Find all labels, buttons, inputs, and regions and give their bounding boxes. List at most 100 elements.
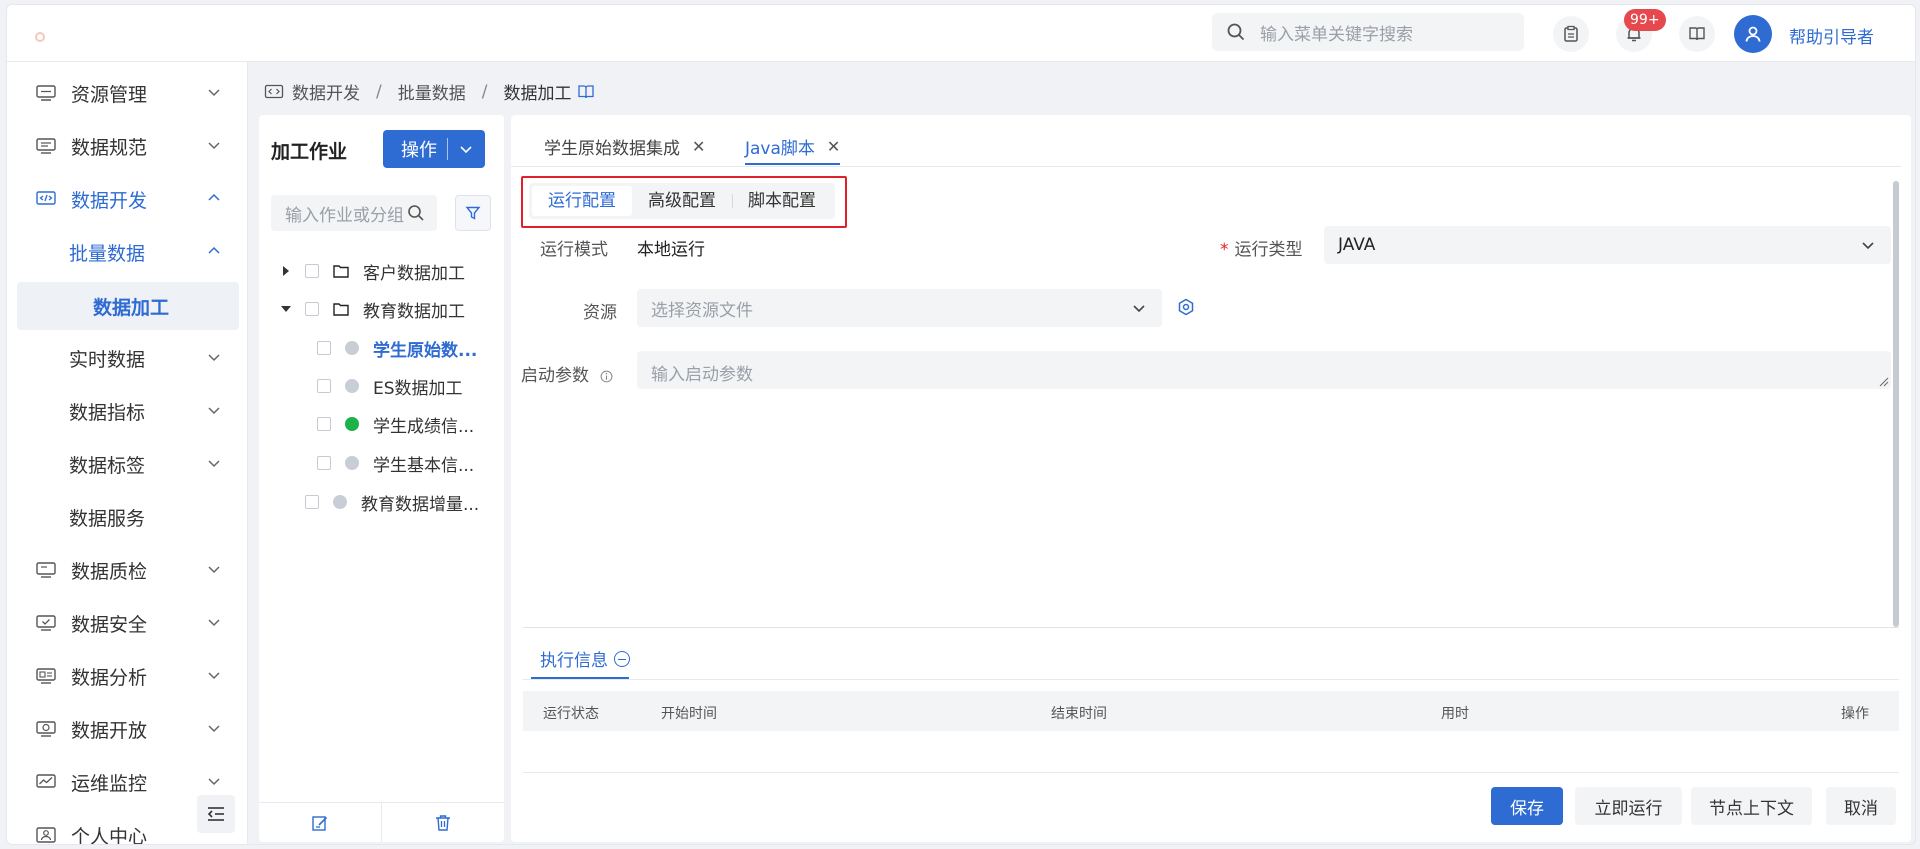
edit-icon [312, 815, 328, 831]
sidebar-item-quality[interactable]: 数据质检 [17, 548, 239, 592]
divider [523, 627, 1899, 628]
avatar[interactable] [1734, 15, 1772, 53]
tree-job-education-incremental[interactable]: 教育数据增量... [305, 487, 479, 517]
tree-checkbox[interactable] [317, 379, 331, 393]
sidebar-item-label: 实时数据 [69, 348, 146, 371]
tab-script-config[interactable]: 脚本配置 [732, 186, 832, 216]
sidebar-item-batch[interactable]: 批量数据 [17, 230, 239, 274]
run-type-label: * 运行类型 [1220, 235, 1303, 260]
resource-select[interactable]: 选择资源文件 [637, 289, 1162, 327]
close-icon[interactable]: ✕ [827, 137, 840, 156]
sidebar-collapse-button[interactable] [197, 795, 235, 833]
tree-checkbox[interactable] [305, 264, 319, 278]
tree-job-student-raw[interactable]: 学生原始数... [317, 333, 477, 363]
cancel-button[interactable]: 取消 [1826, 787, 1896, 825]
filter-button[interactable] [455, 195, 491, 231]
divider [523, 772, 1899, 773]
sidebar-item-label: 资源管理 [71, 83, 148, 106]
divider [523, 679, 1899, 680]
tree-checkbox[interactable] [317, 341, 331, 355]
caret-right-icon[interactable] [279, 264, 293, 278]
document-icon [36, 138, 56, 154]
chevron-down-icon [208, 725, 220, 733]
tree-node-label: 学生原始数... [373, 340, 478, 361]
sidebar-item-analysis[interactable]: 数据分析 [17, 654, 239, 698]
tab-student-raw[interactable]: 学生原始数据集成 ✕ [544, 134, 705, 159]
sidebar-item-security[interactable]: 数据安全 [17, 601, 239, 645]
search-placeholder: 输入菜单关键字搜索 [1260, 24, 1413, 45]
server-icon [36, 85, 56, 101]
sidebar-item-open[interactable]: 数据开放 [17, 707, 239, 751]
book-icon [1689, 27, 1705, 41]
tree-folder-education[interactable]: 教育数据加工 [279, 294, 465, 324]
exec-tab-label: 执行信息 [540, 651, 608, 671]
sidebar-item-resource[interactable]: 资源管理 [17, 71, 239, 115]
filter-icon [465, 206, 481, 220]
breadcrumb-item[interactable]: 批量数据 [398, 79, 466, 104]
chevron-down-icon [208, 142, 220, 150]
scrollbar[interactable] [1893, 181, 1899, 627]
tree-search-input[interactable]: 输入作业或分组 [271, 195, 437, 231]
menu-search-input[interactable]: 输入菜单关键字搜索 [1212, 13, 1524, 51]
breadcrumb: 数据开发 / 批量数据 / 数据加工 [264, 79, 595, 104]
params-textarea[interactable]: 输入启动参数 [637, 351, 1891, 389]
tree-checkbox[interactable] [305, 495, 319, 509]
sidebar-item-services[interactable]: 数据服务 [17, 495, 239, 539]
status-dot [345, 341, 359, 355]
main-panel: 学生原始数据集成 ✕ Java脚本 ✕ 运行配置 高级配置 脚本配置 运行模式 … [511, 115, 1911, 842]
breadcrumb-item[interactable]: 数据开发 [292, 79, 360, 104]
sidebar-item-label: 数据安全 [71, 613, 148, 636]
tree-checkbox[interactable] [317, 417, 331, 431]
status-dot [345, 456, 359, 470]
tab-label: Java脚本 [745, 139, 815, 159]
settings-icon[interactable] [1177, 298, 1195, 316]
tab-run-config[interactable]: 运行配置 [532, 186, 632, 216]
resource-placeholder: 选择资源文件 [651, 300, 753, 321]
tab-exec-info[interactable]: 执行信息 [540, 646, 630, 671]
sidebar-item-standards[interactable]: 数据规范 [17, 124, 239, 168]
run-now-button[interactable]: 立即运行 [1575, 787, 1682, 825]
close-icon[interactable]: ✕ [692, 137, 705, 156]
sidebar-item-processing[interactable]: 数据加工 [17, 282, 239, 330]
username[interactable]: 帮助引导者 [1789, 23, 1874, 48]
sidebar-item-tags[interactable]: 数据标签 [17, 442, 239, 486]
info-icon[interactable] [600, 370, 613, 383]
tree-checkbox[interactable] [317, 456, 331, 470]
tab-advanced-config[interactable]: 高级配置 [632, 186, 732, 216]
operation-dropdown-button[interactable]: 操作 [383, 130, 485, 168]
sidebar: 资源管理 数据规范 数据开发 批量数据 数据加工 实时数据 数据指标 数据标签 … [7, 62, 248, 844]
node-context-button[interactable]: 节点上下文 [1691, 787, 1812, 825]
tree-folder-customer[interactable]: 客户数据加工 [279, 256, 465, 286]
params-label: 启动参数 [521, 361, 613, 386]
code-icon [36, 191, 56, 205]
job-tree-panel: 加工作业 操作 输入作业或分组 客户数据加工 教育数据加工 学生原始数... E… [259, 115, 504, 842]
search-icon [408, 205, 424, 221]
tree-job-student-scores[interactable]: 学生成绩信... [317, 409, 474, 439]
sidebar-item-label: 数据开放 [71, 719, 148, 742]
config-segmented-control: 运行配置 高级配置 脚本配置 [529, 183, 835, 219]
clipboard-button[interactable] [1553, 16, 1589, 52]
breadcrumb-current: 数据加工 [503, 84, 572, 104]
sidebar-item-realtime[interactable]: 实时数据 [17, 336, 239, 380]
book-open-icon[interactable] [577, 84, 595, 100]
edit-button[interactable] [259, 803, 381, 842]
delete-button[interactable] [381, 803, 504, 842]
caret-down-icon[interactable] [279, 302, 293, 316]
docs-button[interactable] [1679, 16, 1715, 52]
sidebar-item-label: 数据加工 [93, 296, 170, 319]
run-type-select[interactable]: JAVA [1324, 226, 1891, 264]
tree-checkbox[interactable] [305, 302, 319, 316]
tree-job-es[interactable]: ES数据加工 [317, 371, 463, 401]
required-asterisk: * [1220, 240, 1229, 260]
tree-job-student-basic[interactable]: 学生基本信... [317, 448, 474, 478]
monitor-icon [36, 562, 56, 578]
collapse-circle-icon[interactable] [614, 650, 630, 667]
sidebar-item-metrics[interactable]: 数据指标 [17, 389, 239, 433]
resize-grip-icon[interactable] [1877, 375, 1889, 387]
shield-check-icon [36, 615, 56, 631]
save-button[interactable]: 保存 [1491, 787, 1563, 825]
line-chart-icon [36, 774, 56, 788]
tree-node-label: ES数据加工 [373, 378, 463, 399]
tab-java-script[interactable]: Java脚本 ✕ [745, 134, 840, 159]
sidebar-item-dev[interactable]: 数据开发 [17, 177, 239, 221]
